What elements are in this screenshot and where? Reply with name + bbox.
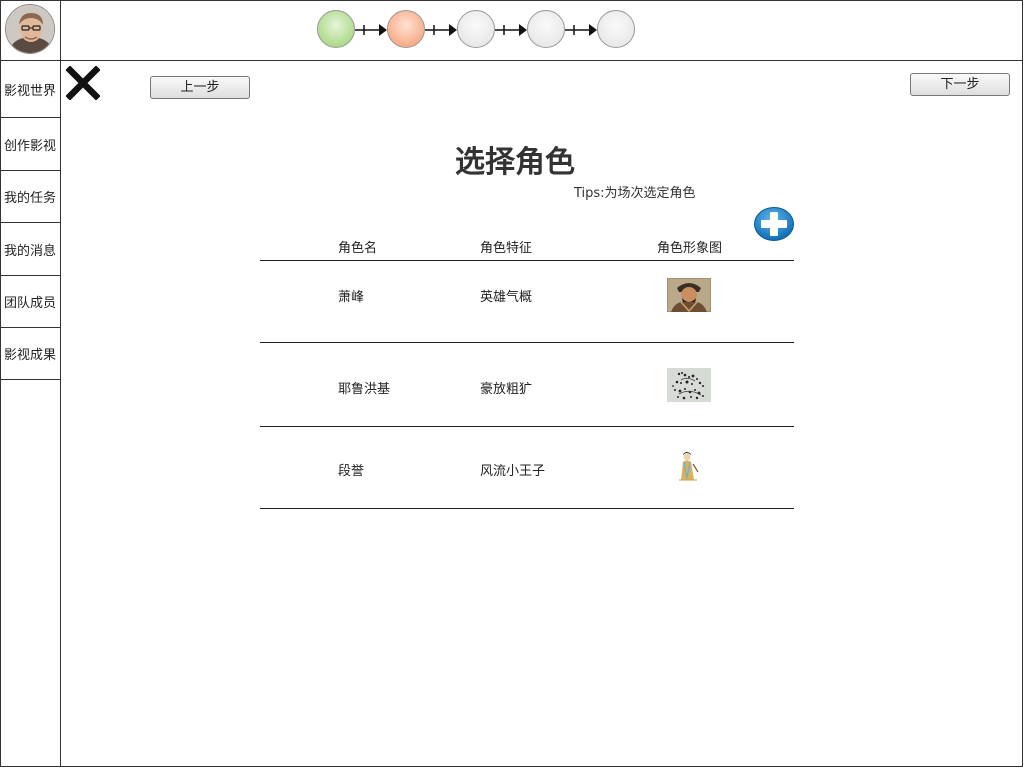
prev-step-button[interactable]: 上一步: [150, 76, 250, 99]
column-header-trait: 角色特征: [480, 241, 533, 256]
role-trait: 豪放粗犷: [480, 382, 533, 397]
step-2-current[interactable]: [387, 10, 425, 48]
step-connector-arrow-icon: [565, 24, 597, 36]
sidebar-item-label: 创作影视: [3, 138, 56, 154]
sidebar-item-film-world[interactable]: 影视世界: [0, 61, 60, 118]
step-3-todo[interactable]: [457, 10, 495, 48]
role-trait: 风流小王子: [480, 464, 546, 479]
step-1-done[interactable]: [317, 10, 355, 48]
step-connector-arrow-icon: [425, 24, 457, 36]
step-connector-arrow-icon: [355, 24, 387, 36]
sidebar-item-my-tasks[interactable]: 我的任务: [0, 171, 60, 223]
sidebar-item-film-results[interactable]: 影视成果: [0, 328, 60, 380]
step-5-todo[interactable]: [597, 10, 635, 48]
next-step-button[interactable]: 下一步: [910, 73, 1010, 96]
table-divider: [260, 260, 794, 261]
table-divider: [260, 508, 794, 509]
role-name: 萧峰: [338, 290, 365, 305]
page-title: 选择角色: [455, 145, 575, 180]
sidebar-item-label: 影视成果: [3, 348, 56, 363]
sidebar-item-label: 团队成员: [3, 296, 56, 311]
table-divider: [260, 426, 794, 427]
column-header-name: 角色名: [338, 241, 378, 256]
yelu-hongji-sketch[interactable]: [667, 368, 711, 402]
sidebar-item-label: 我的消息: [3, 243, 56, 259]
close-x-icon[interactable]: [66, 66, 100, 100]
sidebar-item-team-members[interactable]: 团队成员: [0, 276, 60, 328]
plus-circle-icon[interactable]: [753, 206, 795, 242]
column-header-image: 角色形象图: [657, 241, 723, 256]
role-name: 段誉: [338, 464, 365, 479]
top-header: [0, 0, 1023, 61]
role-trait: 英雄气概: [480, 290, 533, 305]
xiao-feng-portrait[interactable]: [667, 278, 711, 312]
sidebar-item-my-messages[interactable]: 我的消息: [0, 223, 60, 276]
sidebar-item-label: 影视世界: [3, 83, 56, 99]
sidebar: 影视世界 创作影视 我的任务 我的消息 团队成员 影视成果: [0, 0, 61, 767]
sidebar-item-create-film[interactable]: 创作影视: [0, 118, 60, 171]
tips-text: Tips:为场次选定角色: [574, 186, 696, 201]
duan-yu-figure[interactable]: [667, 450, 711, 484]
role-name: 耶鲁洪基: [338, 382, 391, 397]
step-4-todo[interactable]: [527, 10, 565, 48]
step-connector-arrow-icon: [495, 24, 527, 36]
table-divider: [260, 342, 794, 343]
sidebar-item-label: 我的任务: [3, 191, 56, 206]
